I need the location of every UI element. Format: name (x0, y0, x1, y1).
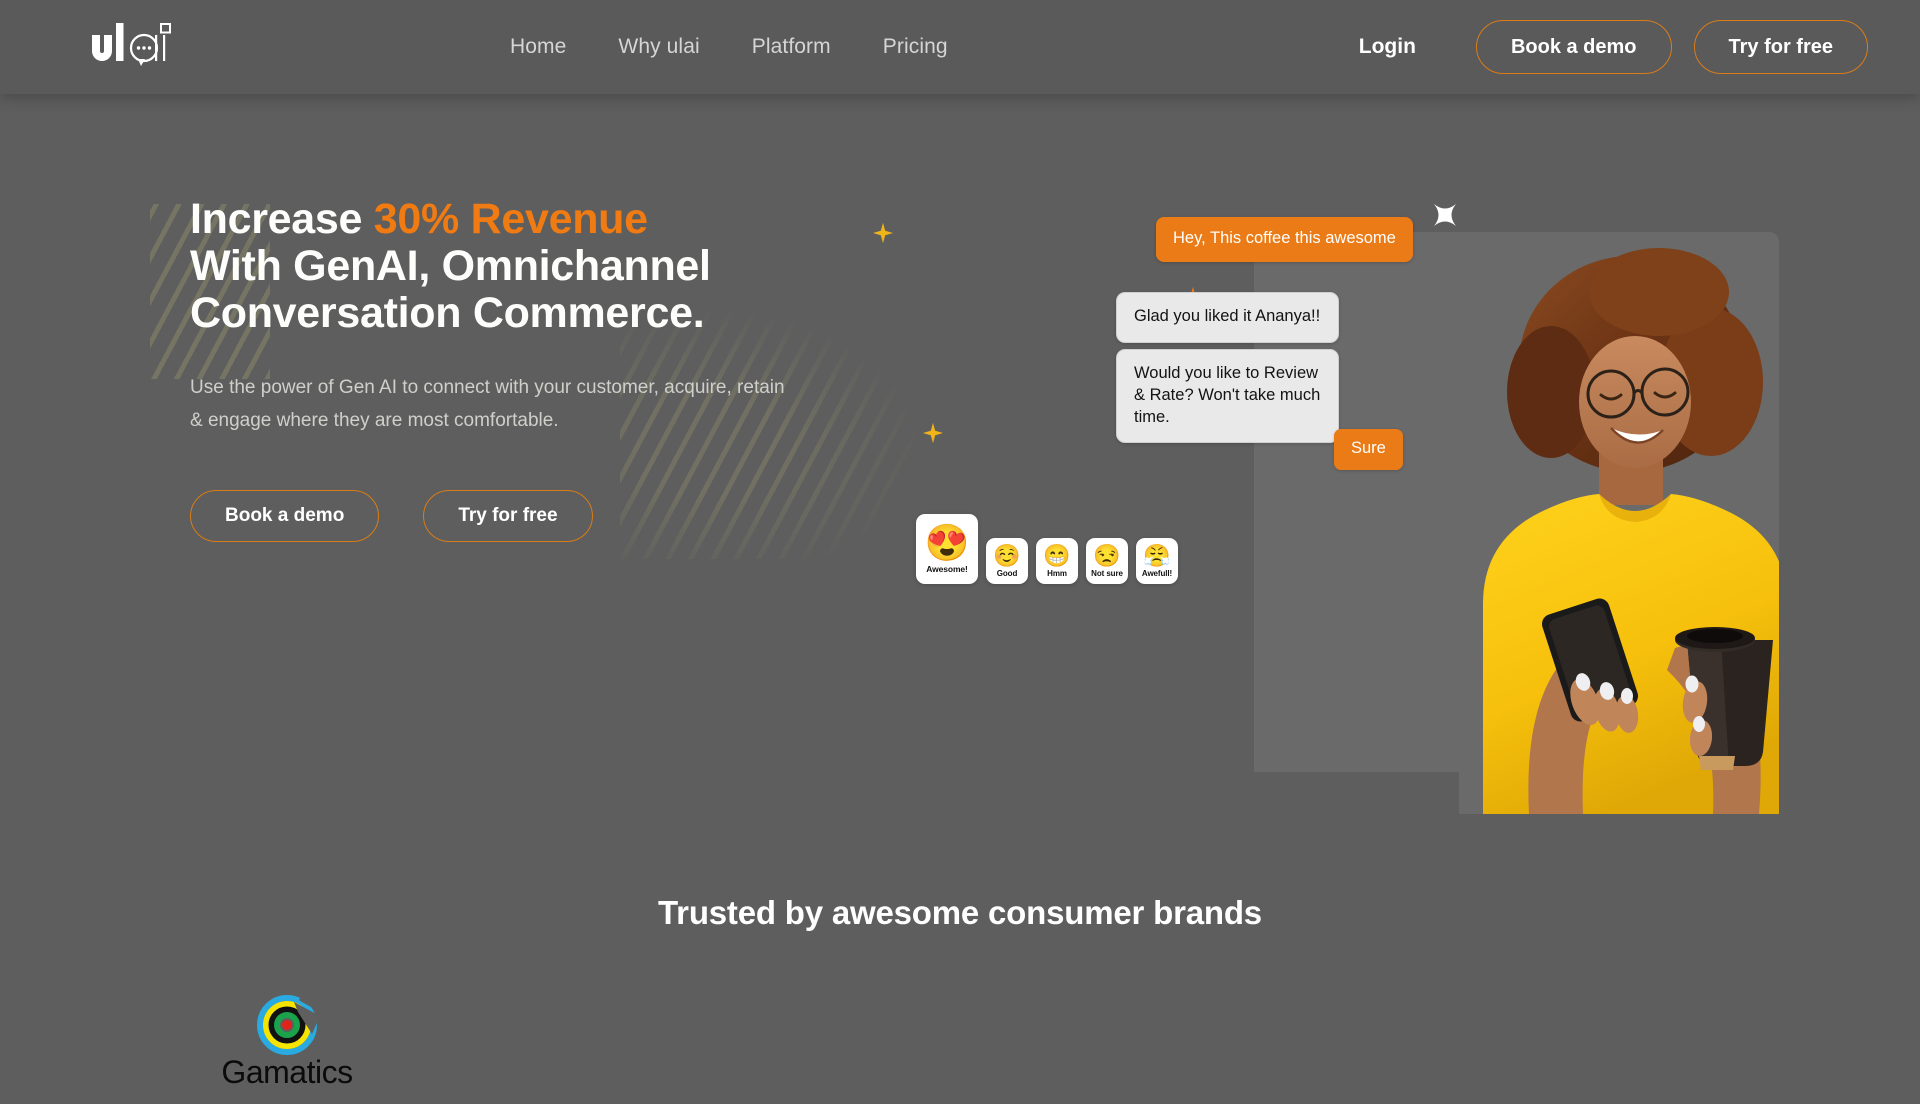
logo[interactable] (88, 18, 208, 74)
rating-option-awefull[interactable]: 😤 Awefull! (1136, 538, 1178, 584)
close-icon[interactable] (1428, 198, 1462, 232)
header-book-demo-button[interactable]: Book a demo (1475, 20, 1672, 74)
rating-label-good: Good (996, 569, 1018, 578)
header-try-free-button[interactable]: Try for free (1693, 20, 1868, 74)
site-header: Home Why ulai Platform Pricing Login Boo… (0, 0, 1920, 94)
chat-mockup: Hey, This coffee this awesome Glad you l… (872, 134, 1804, 814)
brands-title: Trusted by awesome consumer brands (658, 894, 1262, 931)
chat-message-bot-1: Glad you liked it Ananya!! (1116, 292, 1339, 343)
hero-photo (1459, 232, 1779, 814)
unamused-emoji-icon: 😒 (1093, 543, 1121, 568)
rating-label-awesome: Awesome! (926, 564, 968, 574)
chat-message-bot-2: Would you like to Review & Rate? Won't t… (1116, 349, 1339, 444)
login-link[interactable]: Login (1359, 35, 1416, 59)
gamatics-rings-logo-icon (257, 995, 320, 1055)
chat-message-user-2[interactable]: Sure (1334, 429, 1403, 470)
hero-section: Increase 30% Revenue With GenAI, Omnicha… (0, 94, 1920, 854)
brand-logo-gamatics: Gamatics (207, 994, 367, 1104)
grimacing-emoji-icon: 😁 (1043, 543, 1071, 568)
logo-ulai-icon (92, 23, 171, 66)
hero-book-demo-button[interactable]: Book a demo (190, 490, 380, 543)
decorative-plus-yellow-icon-2 (922, 422, 944, 444)
heart-eyes-emoji-icon: 😍 (924, 522, 970, 563)
hero-cta-group: Book a demo Try for free (190, 490, 840, 543)
rating-bar: 😍 Awesome! ☺️ Good 😁 Hmm 😒 Not sure 😤 Aw… (916, 514, 1178, 584)
nav-item-why-ulai[interactable]: Why ulai (618, 35, 699, 59)
smiling-face-emoji-icon: ☺️ (993, 543, 1021, 568)
angry-steam-emoji-icon: 😤 (1143, 543, 1171, 568)
rating-option-good[interactable]: ☺️ Good (986, 538, 1028, 584)
chat-message-user-1: Hey, This coffee this awesome (1156, 217, 1413, 262)
header-actions: Login Book a demo Try for free (1359, 0, 1868, 94)
rating-label-awefull: Awefull! (1141, 569, 1173, 578)
hero-try-free-button[interactable]: Try for free (423, 490, 593, 543)
rating-option-awesome[interactable]: 😍 Awesome! (916, 514, 978, 584)
rating-label-hmm: Hmm (1047, 569, 1067, 578)
decorative-plus-yellow-icon (872, 222, 894, 244)
woman-with-phone-and-coffee-photo (1459, 232, 1779, 814)
headline-accent: 30% Revenue (373, 195, 648, 243)
nav-item-pricing[interactable]: Pricing (883, 35, 948, 59)
brands-section: Trusted by awesome consumer brands Gamat… (0, 854, 1920, 1090)
rating-label-not-sure: Not sure (1091, 569, 1123, 578)
page-title: Increase 30% Revenue With GenAI, Omnicha… (190, 196, 840, 337)
hero-subtext: Use the power of Gen AI to connect with … (190, 376, 785, 432)
brand-name-gamatics: Gamatics (221, 1054, 353, 1090)
nav-item-home[interactable]: Home (510, 35, 566, 59)
headline-part-3: Conversation Commerce. (190, 288, 705, 337)
rating-option-not-sure[interactable]: 😒 Not sure (1086, 538, 1128, 584)
nav-item-platform[interactable]: Platform (752, 35, 831, 59)
rating-option-hmm[interactable]: 😁 Hmm (1036, 538, 1078, 584)
headline-part-1: Increase (190, 195, 374, 243)
main-navigation: Home Why ulai Platform Pricing (510, 0, 948, 94)
hero-copy: Increase 30% Revenue With GenAI, Omnicha… (190, 196, 840, 543)
headline-part-2: With GenAI, Omnichannel (190, 241, 711, 290)
